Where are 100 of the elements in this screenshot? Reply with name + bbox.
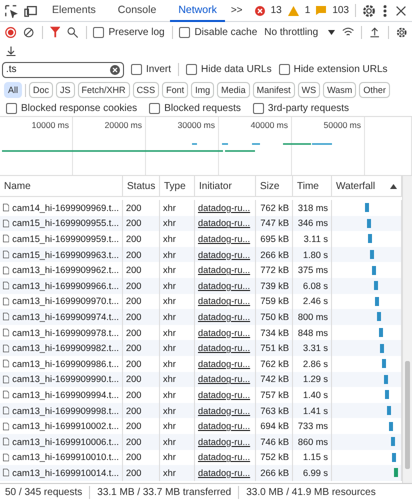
download-icon[interactable] bbox=[5, 44, 17, 56]
type-filter-chip[interactable]: JS bbox=[56, 82, 75, 98]
request-name[interactable]: cam13_hi-1699909982.t... bbox=[12, 343, 119, 354]
column-header[interactable]: Waterfall bbox=[336, 180, 376, 192]
column-header[interactable]: Initiator bbox=[199, 180, 232, 192]
type-cell: xhr bbox=[163, 436, 176, 447]
request-name[interactable]: cam13_hi-1699910010.t... bbox=[12, 452, 119, 462]
column-header[interactable]: Name bbox=[4, 180, 31, 192]
initiator-link[interactable]: datadog-ru... bbox=[198, 452, 250, 462]
clear-icon[interactable] bbox=[110, 64, 120, 74]
inspect-icon[interactable] bbox=[4, 4, 18, 18]
waterfall-bar bbox=[392, 452, 396, 462]
initiator-link[interactable]: datadog-ru... bbox=[198, 343, 250, 354]
type-filter-chip[interactable]: Manifest bbox=[252, 82, 295, 98]
request-name[interactable]: cam13_hi-1699909970.t... bbox=[12, 296, 119, 306]
initiator-link[interactable]: datadog-ru... bbox=[198, 328, 250, 338]
filter-option-checkbox[interactable]: Hide data URLs bbox=[186, 64, 272, 75]
initiator-link[interactable]: datadog-ru... bbox=[198, 358, 250, 369]
sort-icon[interactable] bbox=[390, 184, 397, 188]
initiator-link[interactable]: datadog-ru... bbox=[198, 296, 250, 306]
initiator-link[interactable]: datadog-ru... bbox=[198, 468, 250, 478]
type-filter-chip[interactable]: Font bbox=[162, 82, 188, 98]
request-name[interactable]: cam13_hi-1699909990.t... bbox=[12, 374, 119, 384]
initiator-link[interactable]: datadog-ru... bbox=[198, 421, 250, 432]
status-cell: 200 bbox=[126, 234, 142, 244]
initiator-link[interactable]: datadog-ru... bbox=[198, 234, 250, 244]
size-cell: 266 kB bbox=[260, 468, 289, 478]
column-header[interactable]: Time bbox=[297, 180, 319, 192]
message-icon bbox=[316, 6, 326, 15]
filter-option-checkbox[interactable]: Hide extension URLs bbox=[278, 64, 388, 75]
disable-cache-checkbox[interactable]: Disable cache bbox=[179, 26, 258, 38]
request-name[interactable]: cam13_hi-1699909962.t... bbox=[12, 265, 119, 276]
close-icon[interactable] bbox=[394, 4, 408, 18]
request-name[interactable]: cam15_hi-1699909955.t... bbox=[12, 218, 119, 228]
file-icon bbox=[3, 202, 10, 214]
column-header[interactable]: Size bbox=[260, 180, 280, 192]
request-name[interactable]: cam13_hi-1699909998.t... bbox=[12, 406, 119, 416]
request-name[interactable]: cam15_hi-1699909959.t... bbox=[12, 234, 119, 244]
settings-icon[interactable] bbox=[396, 26, 407, 38]
initiator-link[interactable]: datadog-ru... bbox=[198, 312, 250, 322]
more-tabs[interactable]: >> bbox=[230, 5, 243, 16]
record-icon[interactable] bbox=[5, 26, 16, 38]
request-filter-checkbox[interactable]: Blocked response cookies bbox=[6, 102, 138, 114]
request-filter-checkbox[interactable]: 3rd-party requests bbox=[252, 102, 350, 114]
wifi-icon[interactable] bbox=[342, 26, 354, 38]
time-cell: 2.86 s bbox=[302, 358, 328, 369]
initiator-link[interactable]: datadog-ru... bbox=[198, 406, 250, 416]
request-name[interactable]: cam13_hi-1699909986.t... bbox=[12, 358, 119, 369]
device-icon[interactable] bbox=[24, 4, 38, 18]
status-cell: 200 bbox=[126, 468, 142, 478]
request-name[interactable]: cam13_hi-1699909978.t... bbox=[12, 328, 119, 338]
settings-icon[interactable] bbox=[362, 4, 376, 18]
type-filter-chip[interactable]: Fetch/XHR bbox=[78, 82, 130, 98]
initiator-link[interactable]: datadog-ru... bbox=[198, 374, 250, 384]
request-name[interactable]: cam13_hi-1699909966.t... bbox=[12, 280, 119, 291]
waterfall-bar bbox=[387, 406, 392, 416]
type-filter-chip[interactable]: Img bbox=[191, 82, 214, 98]
column-header[interactable]: Status bbox=[127, 180, 156, 192]
filter-option-checkbox[interactable]: Invert bbox=[131, 64, 172, 75]
warning-count: 1 bbox=[304, 5, 310, 16]
initiator-link[interactable]: datadog-ru... bbox=[198, 265, 250, 276]
request-name[interactable]: cam14_hi-1699909969.t... bbox=[12, 202, 119, 213]
timeline-tick-label: 20000 ms bbox=[104, 120, 142, 130]
request-name[interactable]: cam13_hi-1699909974.t... bbox=[12, 312, 119, 322]
request-filter-checkbox[interactable]: Blocked requests bbox=[149, 102, 241, 114]
type-filter-chip[interactable]: Media bbox=[217, 82, 250, 98]
request-name[interactable]: cam13_hi-1699910006.t... bbox=[12, 436, 119, 447]
column-header[interactable]: Type bbox=[164, 180, 186, 192]
throttling-dropdown[interactable]: No throttling bbox=[264, 26, 336, 38]
scrollbar[interactable] bbox=[402, 176, 412, 483]
request-name[interactable]: cam13_hi-1699910002.t... bbox=[12, 421, 119, 432]
file-icon bbox=[3, 467, 10, 478]
search-icon[interactable] bbox=[67, 26, 79, 38]
more-icon[interactable] bbox=[382, 4, 388, 18]
preserve-log-checkbox[interactable]: Preserve log bbox=[93, 26, 165, 38]
initiator-link[interactable]: datadog-ru... bbox=[198, 250, 250, 260]
type-filter-chip[interactable]: WS bbox=[298, 82, 320, 98]
initiator-link[interactable]: datadog-ru... bbox=[198, 280, 250, 291]
initiator-link[interactable]: datadog-ru... bbox=[198, 390, 250, 400]
request-name[interactable]: cam15_hi-1699909963.t... bbox=[12, 250, 119, 260]
filter-field[interactable]: .ts bbox=[2, 62, 124, 78]
request-name[interactable]: cam13_hi-1699910014.t... bbox=[12, 468, 119, 478]
panel-tab[interactable]: Elements bbox=[44, 0, 104, 22]
caret-icon[interactable] bbox=[328, 30, 336, 34]
request-name[interactable]: cam13_hi-1699909994.t... bbox=[12, 390, 119, 400]
upload-icon[interactable] bbox=[369, 26, 381, 38]
panel-tab[interactable]: Console bbox=[110, 0, 164, 22]
file-icon bbox=[3, 296, 10, 307]
panel-tab[interactable]: Network bbox=[170, 0, 225, 22]
type-filter-chip[interactable]: Doc bbox=[29, 82, 54, 98]
initiator-link[interactable]: datadog-ru... bbox=[198, 436, 250, 447]
clear-icon[interactable] bbox=[23, 26, 35, 38]
type-filter-chip[interactable]: Other bbox=[359, 82, 390, 98]
initiator-link[interactable]: datadog-ru... bbox=[198, 202, 250, 213]
size-cell: 734 kB bbox=[260, 328, 289, 338]
filter-icon[interactable] bbox=[50, 26, 60, 38]
type-filter-chip[interactable]: All bbox=[4, 82, 22, 98]
initiator-link[interactable]: datadog-ru... bbox=[198, 218, 250, 228]
type-filter-chip[interactable]: Wasm bbox=[323, 82, 356, 98]
type-filter-chip[interactable]: CSS bbox=[132, 82, 160, 98]
